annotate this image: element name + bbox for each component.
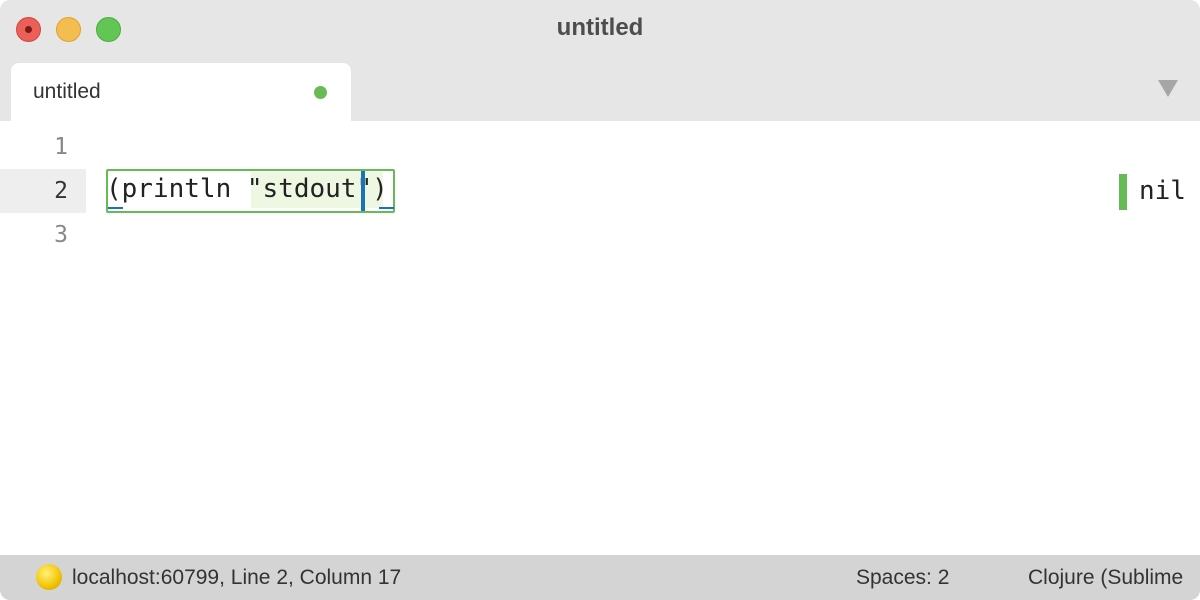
- repl-connected-icon[interactable]: [36, 564, 62, 590]
- line-number: 1: [54, 134, 68, 160]
- line-number-active: 2: [0, 169, 86, 213]
- editor-window: untitled untitled 1 2 3 (println "stdout…: [0, 0, 1200, 600]
- syntax-selector[interactable]: Clojure (Sublimed): [1028, 566, 1184, 590]
- window-title: untitled: [556, 14, 644, 41]
- unsaved-dot-icon[interactable]: [314, 86, 327, 99]
- title-bar: untitled untitled: [0, 0, 1200, 121]
- code-text[interactable]: (println "stdout"): [106, 169, 388, 209]
- tab-label: untitled: [33, 80, 101, 103]
- chevron-down-icon[interactable]: [1158, 80, 1178, 97]
- function-name: println: [121, 174, 232, 204]
- status-connection-position: localhost:60799, Line 2, Column 17: [72, 566, 402, 589]
- bracket-match-underline: [379, 207, 394, 209]
- inline-eval-result: nil: [1139, 176, 1186, 206]
- tab-untitled[interactable]: untitled: [11, 63, 351, 121]
- indentation-setting[interactable]: Spaces: 2: [856, 566, 949, 590]
- text-cursor: [361, 171, 365, 211]
- bracket-match-underline: [108, 207, 123, 209]
- editor-area[interactable]: 1 2 3 (println "stdout") nil: [0, 121, 1200, 555]
- string-literal: "stdout": [246, 174, 373, 204]
- close-paren: ): [372, 174, 388, 204]
- result-marker: [1119, 174, 1127, 210]
- status-bar: localhost:60799, Line 2, Column 17 Space…: [0, 555, 1200, 600]
- open-paren: (: [106, 174, 122, 204]
- line-number: 3: [54, 222, 68, 248]
